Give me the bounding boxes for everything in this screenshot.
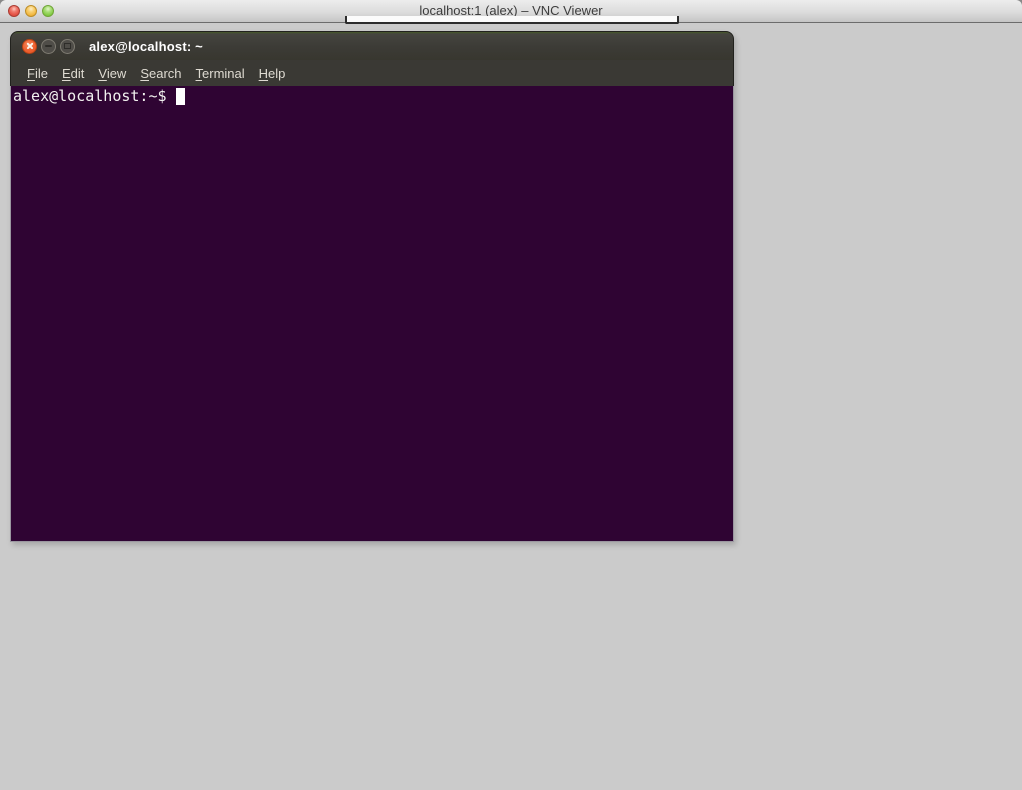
terminal-close-button[interactable] bbox=[22, 39, 37, 54]
terminal-window-buttons bbox=[22, 39, 75, 54]
terminal-minimize-button[interactable] bbox=[41, 39, 56, 54]
menu-help[interactable]: Help bbox=[252, 63, 293, 84]
terminal-window: alex@localhost: ~ File Edit View Search … bbox=[10, 31, 734, 542]
minimize-window-icon[interactable] bbox=[25, 5, 37, 17]
minimize-icon bbox=[45, 45, 52, 47]
menu-view[interactable]: View bbox=[91, 63, 133, 84]
terminal-titlebar[interactable]: alex@localhost: ~ bbox=[10, 31, 734, 60]
maximize-icon bbox=[64, 43, 71, 49]
zoom-window-icon[interactable] bbox=[42, 5, 54, 17]
terminal-screen[interactable]: alex@localhost:~$ bbox=[10, 86, 734, 542]
menu-terminal[interactable]: Terminal bbox=[189, 63, 252, 84]
traffic-lights bbox=[8, 5, 54, 17]
menu-file[interactable]: File bbox=[20, 63, 55, 84]
terminal-menubar: File Edit View Search Terminal Help bbox=[10, 60, 734, 86]
terminal-title: alex@localhost: ~ bbox=[89, 39, 203, 54]
menu-search[interactable]: Search bbox=[133, 63, 188, 84]
menu-edit[interactable]: Edit bbox=[55, 63, 91, 84]
terminal-cursor bbox=[176, 88, 185, 105]
terminal-maximize-button[interactable] bbox=[60, 39, 75, 54]
prompt-line: alex@localhost:~$ bbox=[13, 87, 733, 105]
shell-prompt: alex@localhost:~$ bbox=[13, 87, 176, 105]
vnc-viewer-window: localhost:1 (alex) – VNC Viewer alex@loc… bbox=[0, 0, 1022, 790]
vnc-toolbar-handle[interactable] bbox=[345, 16, 679, 24]
close-window-icon[interactable] bbox=[8, 5, 20, 17]
